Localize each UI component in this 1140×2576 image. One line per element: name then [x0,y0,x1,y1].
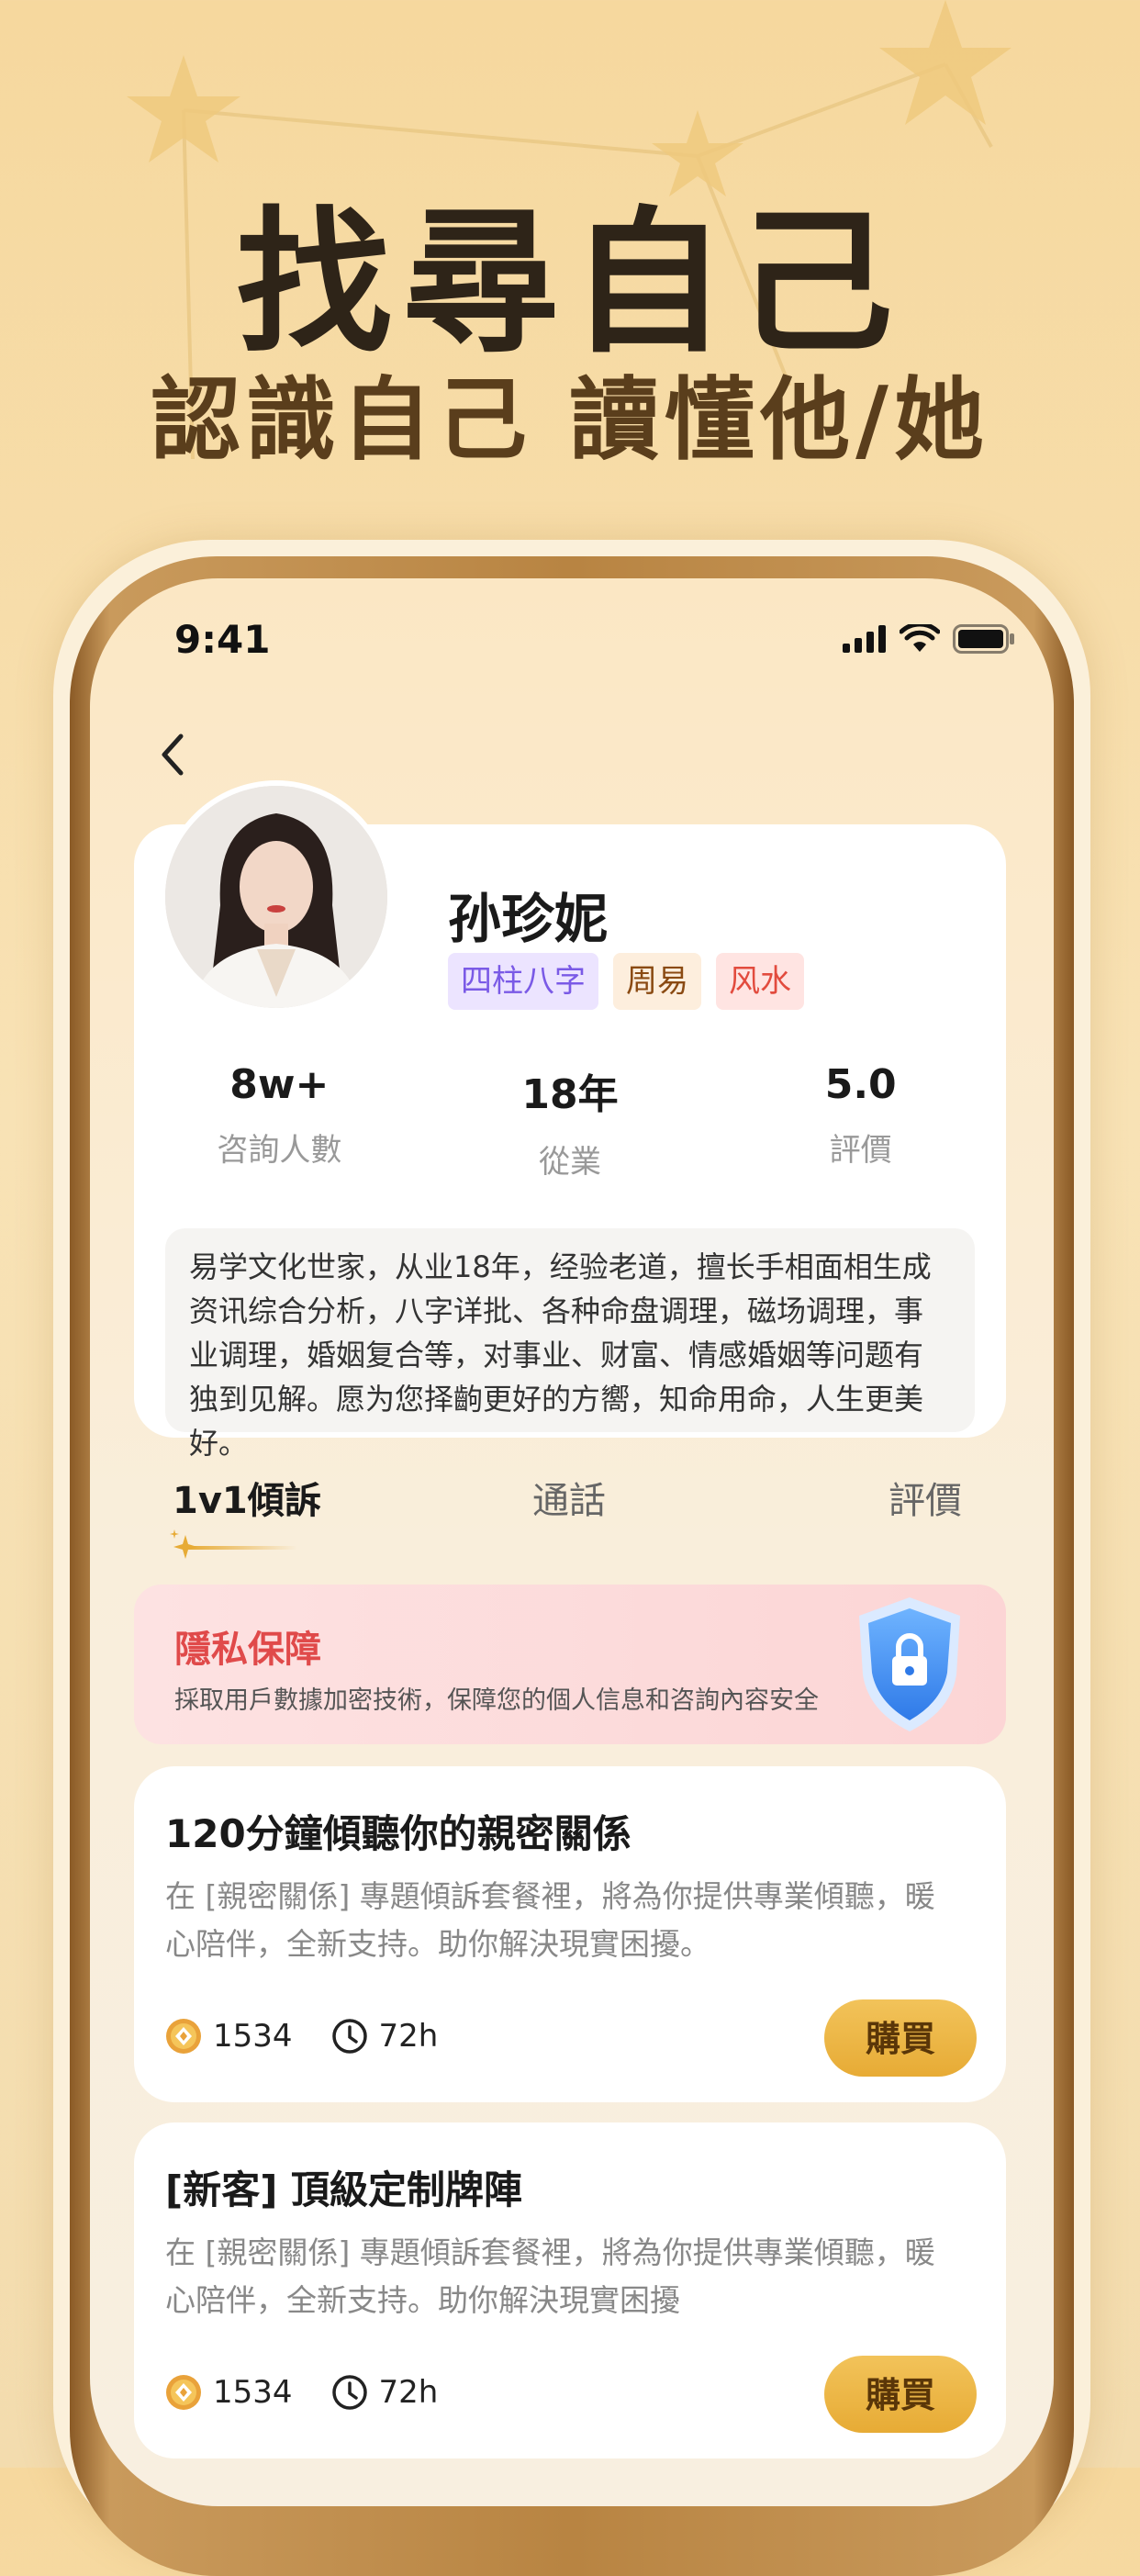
advisor-name: 孙珍妮 [448,888,609,950]
tag-bazi: 四柱八字 [448,953,598,1010]
profile-bio: 易学文化世家，从业18年，经验老道，擅长手相面相生成资讯综合分析，八字详批、各种… [165,1228,975,1461]
stat-label: 從業 [539,1144,601,1181]
package-title: [新客] 頂級定制牌陣 [165,2167,523,2212]
package-meta: 1534 72h [165,2374,438,2411]
package-duration: 72h [378,2374,439,2411]
clock-icon [331,2019,367,2054]
tab-1v1[interactable]: 1v1傾訴 [173,1471,321,1524]
package-title: 120分鐘傾聽你的親密關係 [165,1811,631,1856]
stats-row: 8w+ 咨詢人數 18年 從業 5.0 評價 [134,1061,1006,1182]
coin-icon [166,2019,201,2054]
tab-call[interactable]: 通話 [532,1471,606,1524]
buy-button[interactable]: 購買 [824,1999,977,2077]
buy-button[interactable]: 購買 [824,2356,977,2433]
package-price: 1534 [213,2374,293,2411]
tab-bar: 1v1傾訴 通話 評價 [90,1471,1054,1562]
stat-rating: 5.0 評價 [715,1061,1006,1182]
package-desc: 在 [親密關係] 專題傾訴套餐裡，將為你提供專業傾聽，暖心陪伴，全新支持。助你解… [165,1878,935,1962]
privacy-desc: 採取用戶數據加密技術，保障您的個人信息和咨詢內容安全 [174,1686,819,1715]
back-icon [162,734,184,776]
tag-zhouyi: 周易 [613,953,701,1010]
specialty-tags: 四柱八字 周易 风水 [448,953,804,1010]
privacy-title: 隱私保障 [174,1629,321,1671]
clock-icon [331,2375,367,2410]
stat-years: 18年 從業 [425,1061,716,1182]
stat-label: 評價 [829,1132,892,1169]
stat-consults: 8w+ 咨詢人數 [134,1061,425,1182]
banner-subline: 認識自己 讀懂他/她 [151,368,989,473]
stat-value: 8w+ [229,1061,330,1108]
tab-active-indicator [170,1529,297,1559]
phone-screen: 9:41 8w+ 咨詢人數 18年 從業 5.0 評價 易学文化世家，从业18年… [90,578,1054,2506]
tag-fengshui: 风水 [716,953,804,1010]
status-time: 9:41 [174,617,271,662]
battery-icon [953,624,1014,654]
coin-icon [166,2375,201,2410]
package-card: [新客] 頂級定制牌陣 在 [親密關係] 專題傾訴套餐裡，將為你提供專業傾聽，暖… [134,2122,1006,2458]
tab-reviews[interactable]: 評價 [889,1471,962,1524]
package-price: 1534 [213,2018,293,2055]
package-meta: 1534 72h [165,2018,438,2055]
back-button[interactable] [145,727,200,782]
stat-value: 18年 [521,1071,619,1118]
wifi-icon [900,624,940,652]
privacy-banner: 隱私保障 採取用戶數據加密技術，保障您的個人信息和咨詢內容安全 [134,1585,1006,1744]
shield-lock-icon [859,1597,960,1731]
avatar-portrait [165,786,387,1008]
signal-icon [843,625,886,653]
package-desc: 在 [親密關係] 專題傾訴套餐裡，將為你提供專業傾聽，暖心陪伴，全新支持。助你解… [165,2234,935,2318]
package-card: 120分鐘傾聽你的親密關係 在 [親密關係] 專題傾訴套餐裡，將為你提供專業傾聽… [134,1766,1006,2102]
avatar[interactable] [160,780,393,1014]
stat-label: 咨詢人數 [217,1132,342,1169]
package-duration: 72h [378,2018,439,2055]
stat-value: 5.0 [824,1061,897,1108]
status-icons [843,624,1015,654]
